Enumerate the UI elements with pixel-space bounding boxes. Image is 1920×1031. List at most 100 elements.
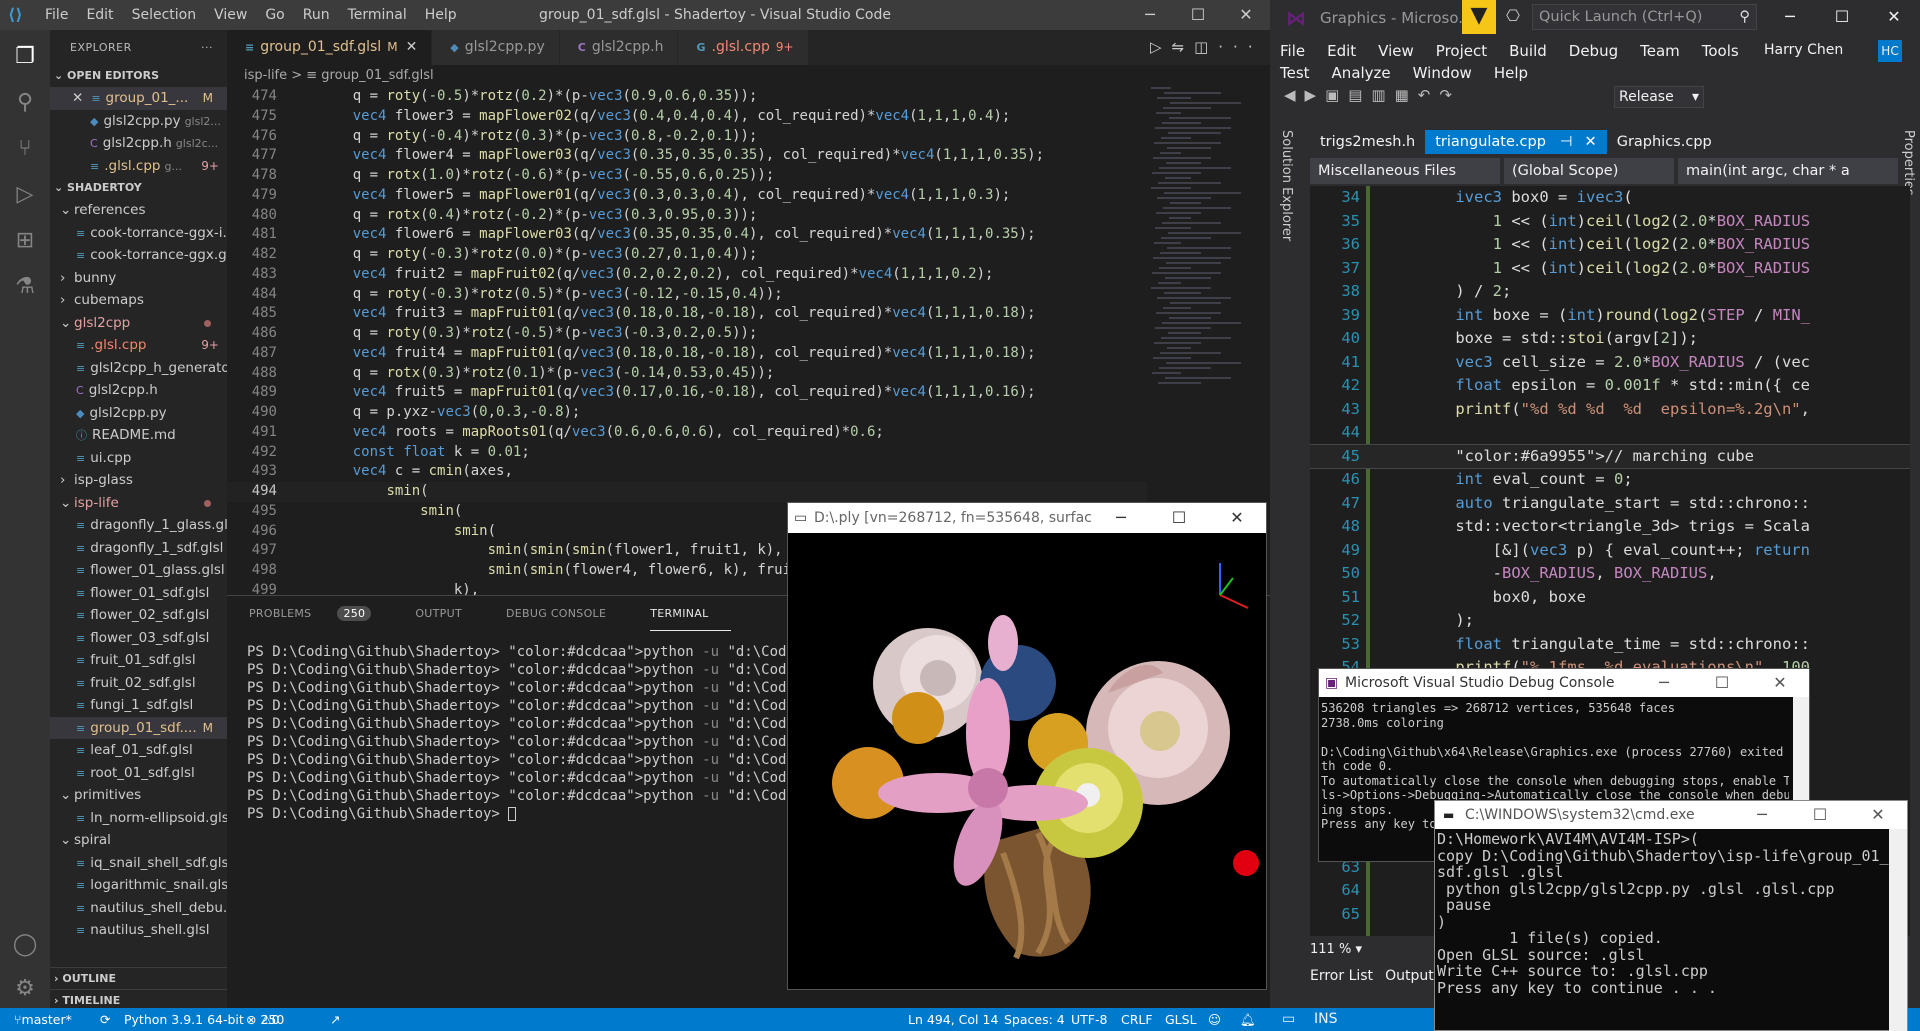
minimize-icon[interactable]: ─ [1126, 0, 1174, 30]
vs-code-line[interactable]: 48 std::vector<triangle_3d> trigs = Scal… [1310, 515, 1910, 539]
vs-menu-item-window[interactable]: Window [1413, 62, 1472, 84]
explorer-icon[interactable]: ❐ [10, 42, 40, 72]
vs-code-line[interactable]: 42 float epsilon = 0.001f * std::min({ c… [1310, 374, 1910, 398]
close-icon[interactable]: ✕ [1208, 503, 1266, 533]
panel-tab-debug-console[interactable]: DEBUG CONSOLE [506, 596, 628, 631]
vs-nav-dropdown[interactable]: (Global Scope) [1504, 158, 1674, 184]
file-item[interactable]: ≡ glsl2cpp_h_generato... [50, 357, 227, 380]
vs-code-line[interactable]: 47 auto triangulate_start = std::chrono:… [1310, 492, 1910, 516]
code-line[interactable]: 487 vec4 fruit4 = mapFruit01(q/vec3(0.18… [227, 344, 1147, 364]
open-editors-section[interactable]: ⌄ OPEN EDITORS [50, 65, 227, 87]
breadcrumb[interactable]: isp-life > ≡ group_01_sdf.glsl [227, 65, 1270, 87]
file-item[interactable]: ≡ fungi_1_sdf.glsl [50, 694, 227, 717]
code-line[interactable]: 476 q = roty(-0.4)*rotz(0.3)*(p-vec3(0.8… [227, 127, 1147, 147]
vs-code-line[interactable]: 39 int boxe = (int)round(log2(STEP / MIN… [1310, 304, 1910, 328]
panel-tab-problems[interactable]: PROBLEMS 250 [249, 596, 393, 631]
vs-code-line[interactable]: 43 printf("%d %d %d %d epsilon=%.2g\n", [1310, 398, 1910, 422]
feedback-icon[interactable]: ☺ [1208, 1008, 1221, 1031]
encoding-status[interactable]: UTF-8 [1071, 1008, 1107, 1031]
code-line[interactable]: 489 vec4 fruit5 = mapFruit01(q/vec3(0.17… [227, 383, 1147, 403]
code-line[interactable]: 488 q = rotx(0.3)*rotz(0.1)*(p-vec3(-0.1… [227, 364, 1147, 384]
code-line[interactable]: 480 q = rotx(0.4)*rotz(-0.2)*(p-vec3(0.3… [227, 206, 1147, 226]
vs-code-line[interactable]: 52 ); [1310, 609, 1910, 633]
code-line[interactable]: 475 vec4 flower3 = mapFlower02(q/vec3(0.… [227, 107, 1147, 127]
solution-explorer-tab[interactable]: Solution Explorer [1276, 130, 1294, 510]
code-line[interactable]: 484 q = roty(-0.3)*rotz(0.5)*(p-vec3(-0.… [227, 285, 1147, 305]
menu-item-file[interactable]: File [36, 0, 77, 30]
file-item[interactable]: ≡ fruit_02_sdf.glsl [50, 672, 227, 695]
menu-item-go[interactable]: Go [256, 0, 293, 30]
liveshare-icon[interactable]: ↗ [330, 1008, 340, 1031]
cursor-position[interactable]: Ln 494, Col 14 [908, 1008, 998, 1031]
open-editor-item[interactable]: ✕ ≡ group_01_... M [50, 87, 227, 110]
file-item[interactable]: ≡ ui.cpp [50, 447, 227, 470]
file-item[interactable]: Cglsl2cpp.h [50, 379, 227, 402]
file-item[interactable]: ≡ logarithmic_snail.glsl [50, 874, 227, 897]
folder-item[interactable]: ⌄ glsl2cpp [50, 312, 227, 335]
file-item[interactable]: ≡ fruit_01_sdf.glsl [50, 649, 227, 672]
editor-tab[interactable]: ≡ group_01_sdf.glsl M ✕ [227, 30, 433, 65]
indent-status[interactable]: Spaces: 4 [1004, 1008, 1065, 1031]
vs-code-line[interactable]: 51 box0, boxe [1310, 586, 1910, 610]
vs-code-line[interactable]: 53 float triangulate_time = std::chrono:… [1310, 633, 1910, 657]
minimize-icon[interactable]: ─ [1764, 0, 1816, 34]
editor-tab[interactable]: ◆ glsl2cpp.py [432, 30, 560, 65]
file-item[interactable]: ≡ flower_01_glass.glsl [50, 559, 227, 582]
bell-icon[interactable]: 🔔︎ [1240, 1008, 1256, 1031]
folder-item[interactable]: ⌄ references [50, 199, 227, 222]
menu-item-run[interactable]: Run [294, 0, 339, 30]
maximize-icon[interactable]: ☐ [1150, 503, 1208, 533]
close-icon[interactable]: ✕ [406, 39, 418, 55]
panel-tab-output[interactable]: OUTPUT [415, 596, 484, 631]
vs-code-line[interactable]: 46 int eval_count = 0; [1310, 468, 1910, 492]
close-icon[interactable]: ✕ [1868, 0, 1920, 34]
vs-code-line[interactable]: 35 1 << (int)ceil(log2(2.0*BOX_RADIUS [1310, 210, 1910, 234]
timeline-section[interactable]: › TIMELINE [50, 989, 227, 1008]
file-item[interactable]: ≡ nautilus_shell.glsl [50, 919, 227, 942]
folder-item[interactable]: › cubemaps [50, 289, 227, 312]
editor-tab[interactable]: Cglsl2cpp.h [559, 30, 679, 65]
vs-menu-item-edit[interactable]: Edit [1327, 40, 1356, 62]
rendered-bouquet[interactable] [788, 533, 1266, 989]
vs-nav-dropdown[interactable]: Miscellaneous Files [1310, 158, 1500, 184]
pin-icon[interactable]: ⊣ [1560, 134, 1573, 150]
vs-code-line[interactable]: 44 [1310, 421, 1910, 445]
more-icon[interactable]: ··· [201, 30, 213, 65]
vs-code-line[interactable]: 45 "color:#6a9955">// marching cube [1310, 443, 1910, 469]
account-icon[interactable]: ◯ [10, 930, 40, 960]
vs-code-line[interactable]: 34 ivec3 box0 = ivec3( [1310, 186, 1910, 210]
file-item[interactable]: ≡ nautilus_shell_debu... [50, 897, 227, 920]
code-line[interactable]: 477 vec4 flower4 = mapFlower03(q/vec3(0.… [227, 146, 1147, 166]
maximize-icon[interactable]: ☐ [1693, 669, 1751, 697]
folder-item[interactable]: › isp-glass [50, 469, 227, 492]
vs-code-line[interactable]: 49 [&](vec3 p) { eval_count++; return [1310, 539, 1910, 563]
file-item[interactable]: ≡ flower_01_sdf.glsl [50, 582, 227, 605]
folder-item[interactable]: ⌄ isp-life [50, 492, 227, 515]
run-debug-icon[interactable]: ▷ [10, 180, 40, 210]
shadertoy-section[interactable]: ⌄ SHADERTOY [50, 177, 227, 199]
file-item[interactable]: ≡ leaf_01_sdf.glsl [50, 739, 227, 762]
config-dropdown[interactable]: Release ▾ [1614, 86, 1704, 108]
editor-tab[interactable]: G .glsl.cpp 9+ [678, 30, 809, 65]
open-editor-item[interactable]: Cglsl2cpp.h glsl2c... [50, 132, 227, 155]
code-line[interactable]: 492 const float k = 0.01; [227, 443, 1147, 463]
cmd-output[interactable]: D:\Homework\AVI4M\AVI4M-ISP>(copy D:\Cod… [1435, 829, 1889, 996]
folder-item[interactable]: ⌄ spiral [50, 829, 227, 852]
search-icon[interactable]: ⚲ [10, 88, 40, 118]
code-line[interactable]: 485 vec4 fruit3 = mapFruit01(q/vec3(0.18… [227, 304, 1147, 324]
file-item[interactable]: ◆ glsl2cpp.py [50, 402, 227, 425]
menu-item-edit[interactable]: Edit [77, 0, 122, 30]
vs-menu-item-view[interactable]: View [1378, 40, 1414, 62]
eol-status[interactable]: CRLF [1121, 1008, 1153, 1031]
code-line[interactable]: 494 smin( [227, 482, 1147, 502]
code-line[interactable]: 474 q = roty(-0.5)*rotz(0.2)*(p-vec3(0.9… [227, 87, 1147, 107]
outline-section[interactable]: › OUTLINE [50, 967, 227, 989]
code-line[interactable]: 490 q = p.yxz-vec3(0,0.3,-0.8); [227, 403, 1147, 423]
user-name[interactable]: Harry Chen [1764, 42, 1843, 58]
close-icon[interactable]: ✕ [1849, 801, 1907, 829]
testing-icon[interactable]: ⚗ [10, 272, 40, 302]
filter-icon[interactable]: ▼ [1462, 0, 1496, 34]
language-status[interactable]: GLSL [1165, 1008, 1197, 1031]
gear-icon[interactable]: ⚙ [10, 974, 40, 1004]
vs-tab[interactable]: trigs2mesh.h [1310, 130, 1425, 154]
